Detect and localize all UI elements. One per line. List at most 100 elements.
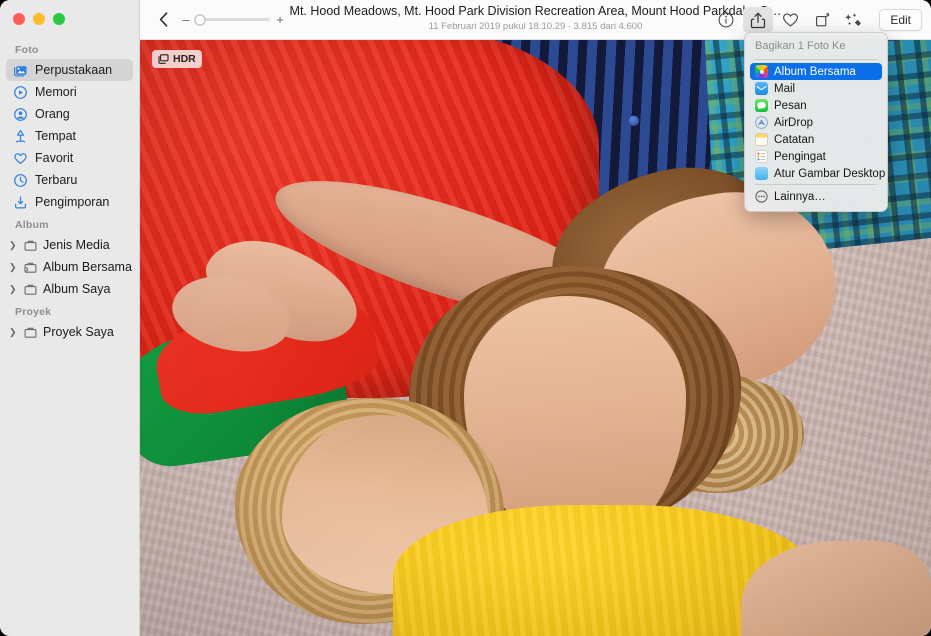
- sidebar-item-label: Album Bersama: [43, 260, 132, 274]
- share-menu-item-more-label: Lainnya…: [774, 191, 826, 203]
- share-menu-item-label: AirDrop: [774, 117, 813, 129]
- photos-library-icon: [13, 63, 28, 78]
- enhance-button[interactable]: [839, 7, 869, 33]
- photos-app-window: FotoPerpustakaan Memori Orang Tempat Favorit…: [0, 0, 931, 636]
- sidebar-item-favorit[interactable]: Favorit: [6, 147, 133, 169]
- sidebar-item-terbaru[interactable]: Terbaru: [6, 169, 133, 191]
- share-menu-popover: Bagikan 1 Foto Ke Album Bersama Mail Pesan…: [744, 32, 888, 212]
- share-menu-item-label: Mail: [774, 83, 795, 95]
- info-circle-icon: [718, 12, 734, 28]
- sidebar-item-label: Album Saya: [43, 282, 110, 296]
- import-icon: [13, 195, 28, 210]
- sidebar-item-album-bersama[interactable]: ❯ Album Bersama: [6, 256, 133, 278]
- share-menu-item-album-bersama[interactable]: Album Bersama: [750, 63, 882, 80]
- heart-icon: [782, 12, 799, 28]
- sidebar-item-label: Jenis Media: [43, 238, 110, 252]
- places-pin-icon: [13, 129, 28, 144]
- share-menu-item-label: Pesan: [774, 100, 807, 112]
- people-icon: [13, 107, 28, 122]
- hdr-badge: HDR: [152, 50, 202, 68]
- folder-icon: [23, 238, 38, 253]
- hdr-badge-label: HDR: [173, 53, 196, 65]
- share-menu-title: Bagikan 1 Foto Ke: [745, 38, 887, 57]
- magic-wand-icon: [845, 12, 863, 29]
- photos-library-icon: [13, 63, 28, 78]
- folder-icon: [23, 238, 38, 253]
- sidebar-item-memori[interactable]: Memori: [6, 81, 133, 103]
- memories-icon: [13, 85, 28, 100]
- sidebar-item-label: Memori: [35, 85, 77, 99]
- zoom-out-button[interactable]: –: [182, 12, 190, 27]
- folder-icon: [23, 282, 38, 297]
- sidebar-item-orang[interactable]: Orang: [6, 103, 133, 125]
- share-icon: [750, 12, 766, 29]
- maximize-button[interactable]: [53, 13, 65, 25]
- clock-icon: [13, 173, 28, 188]
- chevron-right-icon[interactable]: ❯: [9, 263, 18, 272]
- sidebar-item-album-saya[interactable]: ❯ Album Saya: [6, 278, 133, 300]
- heart-icon: [13, 151, 28, 166]
- import-icon: [13, 195, 28, 210]
- share-menu-item-catatan[interactable]: Catatan: [750, 131, 882, 148]
- sidebar-item-proyek-saya[interactable]: ❯ Proyek Saya: [6, 321, 133, 343]
- zoom-in-button[interactable]: +: [276, 12, 284, 27]
- minimize-button[interactable]: [33, 13, 45, 25]
- reminders-app-icon: [755, 150, 768, 163]
- sidebar-item-label: Proyek Saya: [43, 325, 114, 339]
- chevron-right-icon[interactable]: ❯: [9, 285, 18, 294]
- share-menu-divider-bottom: [755, 184, 877, 185]
- info-button[interactable]: [711, 7, 741, 33]
- photos-app-icon: [755, 65, 768, 78]
- chevron-right-icon[interactable]: ❯: [9, 241, 18, 250]
- sidebar-item-label: Tempat: [35, 129, 76, 143]
- share-menu-item-pesan[interactable]: Pesan: [750, 97, 882, 114]
- heart-icon: [13, 151, 28, 166]
- sidebar-item-pengimporan[interactable]: Pengimporan: [6, 191, 133, 213]
- share-menu-item-label: Atur Gambar Desktop: [774, 168, 885, 180]
- share-menu-item-label: Album Bersama: [774, 66, 856, 78]
- sidebar-item-label: Terbaru: [35, 173, 77, 187]
- chevron-left-icon: [159, 12, 168, 27]
- sidebar-item-label: Favorit: [35, 151, 73, 165]
- close-button[interactable]: [13, 13, 25, 25]
- share-menu-item-pengingat[interactable]: Pengingat: [750, 148, 882, 165]
- people-icon: [13, 107, 28, 122]
- zoom-control[interactable]: – +: [182, 12, 284, 27]
- back-button[interactable]: [154, 9, 172, 31]
- sidebar-item-label: Orang: [35, 107, 70, 121]
- share-menu-item-atur-gambar-desktop[interactable]: Atur Gambar Desktop: [750, 165, 882, 182]
- sidebar-item-tempat[interactable]: Tempat: [6, 125, 133, 147]
- share-menu-item-mail[interactable]: Mail: [750, 80, 882, 97]
- sidebar-section-header: Proyek: [0, 300, 139, 321]
- zoom-slider[interactable]: [196, 18, 270, 21]
- shared-folder-icon: [23, 260, 38, 275]
- favorite-button[interactable]: [775, 7, 805, 33]
- messages-app-icon: [755, 99, 768, 112]
- hdr-stack-icon: [158, 54, 169, 64]
- clock-icon: [13, 173, 28, 188]
- chevron-right-icon[interactable]: ❯: [9, 328, 18, 337]
- rotate-icon: [814, 12, 831, 28]
- sidebar-section-header: Foto: [0, 38, 139, 59]
- edit-button[interactable]: Edit: [879, 9, 922, 31]
- mail-app-icon: [755, 82, 768, 95]
- desktop-picture-icon: [755, 167, 768, 180]
- shared-folder-icon: [23, 260, 38, 275]
- window-traffic-lights: [0, 0, 139, 38]
- folder-icon: [23, 325, 38, 340]
- folder-icon: [23, 325, 38, 340]
- sidebar-item-perpustakaan[interactable]: Perpustakaan: [6, 59, 133, 81]
- share-button[interactable]: [743, 7, 773, 33]
- share-menu-item-more[interactable]: Lainnya…: [750, 188, 882, 205]
- folder-icon: [23, 282, 38, 297]
- sidebar-item-jenis-media[interactable]: ❯ Jenis Media: [6, 234, 133, 256]
- sidebar-item-label: Pengimporan: [35, 195, 109, 209]
- sidebar: FotoPerpustakaan Memori Orang Tempat Favorit…: [0, 0, 140, 636]
- share-menu-item-label: Catatan: [774, 134, 814, 146]
- share-menu-item-airdrop[interactable]: AirDrop: [750, 114, 882, 131]
- memories-icon: [13, 85, 28, 100]
- rotate-button[interactable]: [807, 7, 837, 33]
- sidebar-section-header: Album: [0, 213, 139, 234]
- share-menu-divider-top: [755, 59, 877, 60]
- zoom-slider-thumb[interactable]: [195, 14, 206, 25]
